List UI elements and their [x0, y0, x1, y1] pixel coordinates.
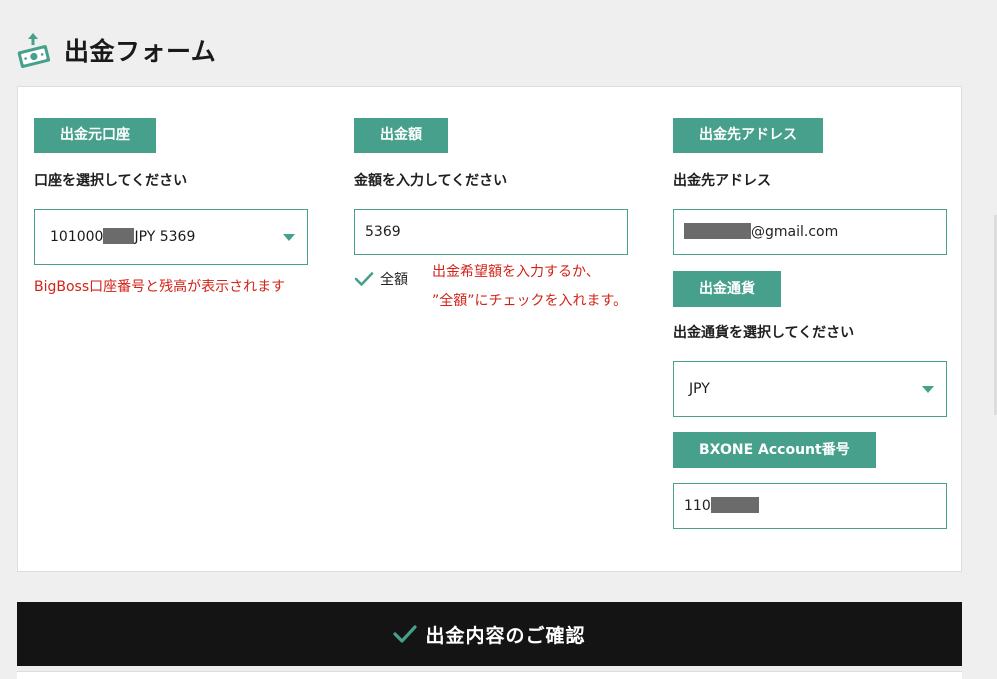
source-account-tag: 出金元口座	[34, 118, 156, 153]
full-amount-label: 全額	[380, 272, 408, 288]
amount-note-line1: 出金希望額を入力するか、	[432, 264, 600, 280]
currency-value: JPY	[689, 381, 710, 397]
amount-input[interactable]	[354, 209, 628, 255]
withdrawal-form-card: 出金元口座 口座を選択してください 101000 JPY 5369 BigBoss…	[17, 86, 962, 572]
confirm-button[interactable]: 出金内容のご確認	[17, 602, 962, 666]
chevron-down-icon	[283, 234, 295, 241]
currency-tag: 出金通貨	[673, 271, 781, 307]
amount-note-line2: ”全額”にチェックを入れます。	[432, 293, 628, 309]
amount-note: 出金希望額を入力するか、 ”全額”にチェックを入れます。	[432, 258, 627, 316]
bxone-account-input[interactable]: 110	[673, 483, 947, 529]
source-account-label: 口座を選択してください	[34, 173, 188, 189]
page-title: 出金フォーム	[64, 37, 217, 66]
amount-section: 出金額 金額を入力してください 全額 出金希望額を入力するか、 ”全額”にチェッ…	[354, 118, 628, 309]
check-icon	[393, 625, 418, 643]
amount-tag: 出金額	[354, 118, 448, 153]
bxone-account-tag: BXONE Account番号	[673, 432, 876, 468]
destination-tag: 出金先アドレス	[673, 118, 823, 153]
check-icon	[354, 272, 374, 286]
money-withdraw-icon	[17, 33, 51, 68]
amount-label: 金額を入力してください	[354, 173, 508, 189]
destination-section: 出金先アドレス 出金先アドレス @gmail.com 出金通貨 出金通貨を選択し…	[673, 118, 947, 529]
destination-address-suffix: @gmail.com	[751, 224, 839, 240]
confirm-button-label: 出金内容のご確認	[425, 624, 586, 647]
destination-address-input[interactable]: @gmail.com	[673, 209, 947, 255]
bxone-account-prefix: 110	[684, 498, 711, 514]
source-account-section: 出金元口座 口座を選択してください 101000 JPY 5369 BigBoss…	[34, 118, 308, 297]
currency-label: 出金通貨を選択してください	[673, 325, 855, 341]
source-account-suffix: JPY 5369	[134, 229, 196, 245]
full-amount-checkbox[interactable]: 全額	[354, 269, 408, 289]
currency-select[interactable]: JPY	[673, 361, 947, 417]
source-account-note: BigBoss口座番号と残高が表示されます	[34, 279, 286, 295]
redacted-block	[103, 228, 135, 244]
destination-label: 出金先アドレス	[673, 173, 771, 189]
next-card-edge	[17, 671, 962, 679]
source-account-prefix: 101000	[50, 229, 104, 245]
source-account-select[interactable]: 101000 JPY 5369	[34, 209, 308, 265]
redacted-block	[684, 223, 751, 239]
page-header: 出金フォーム	[16, 30, 216, 70]
redacted-block	[710, 497, 759, 513]
chevron-down-icon	[922, 386, 934, 393]
